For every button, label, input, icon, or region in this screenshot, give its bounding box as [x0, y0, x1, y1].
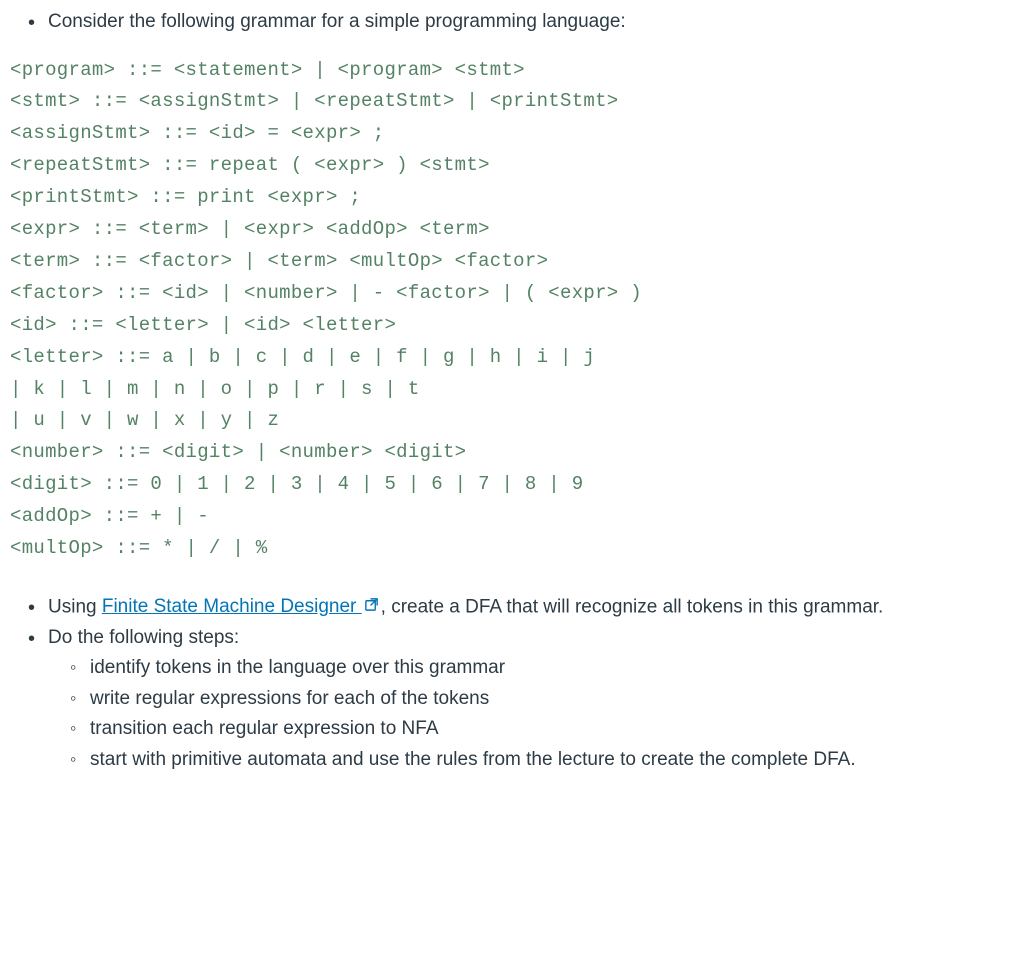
grammar-line: <assignStmt> ::= <id> = <expr> ;: [10, 122, 384, 144]
grammar-line: <letter> ::= a | b | c | d | e | f | g |…: [10, 346, 595, 368]
instruction-item-fsm: Using Finite State Machine Designer , cr…: [48, 593, 1014, 622]
item2-text: Do the following steps:: [48, 627, 239, 648]
grammar-line: <stmt> ::= <assignStmt> | <repeatStmt> |…: [10, 90, 619, 112]
grammar-line: <expr> ::= <term> | <expr> <addOp> <term…: [10, 218, 490, 240]
grammar-line: <program> ::= <statement> | <program> <s…: [10, 59, 525, 81]
grammar-line: <repeatStmt> ::= repeat ( <expr> ) <stmt…: [10, 154, 490, 176]
step-text: write regular expressions for each of th…: [90, 688, 489, 709]
step-text: start with primitive automata and use th…: [90, 749, 856, 770]
grammar-line: <printStmt> ::= print <expr> ;: [10, 186, 361, 208]
intro-item: Consider the following grammar for a sim…: [48, 8, 1014, 37]
item1-suffix: , create a DFA that will recognize all t…: [381, 596, 884, 617]
grammar-line: <digit> ::= 0 | 1 | 2 | 3 | 4 | 5 | 6 | …: [10, 473, 583, 495]
step-text: identify tokens in the language over thi…: [90, 657, 505, 678]
grammar-line: <factor> ::= <id> | <number> | - <factor…: [10, 282, 642, 304]
external-link-icon: [364, 593, 379, 622]
steps-sublist: identify tokens in the language over thi…: [48, 654, 1014, 774]
step-item: identify tokens in the language over thi…: [90, 654, 1014, 683]
grammar-line: | u | v | w | x | y | z: [10, 409, 279, 431]
instruction-item-steps: Do the following steps: identify tokens …: [48, 624, 1014, 775]
step-item: transition each regular expression to NF…: [90, 715, 1014, 744]
grammar-line: | k | l | m | n | o | p | r | s | t: [10, 378, 420, 400]
grammar-line: <multOp> ::= * | / | %: [10, 537, 267, 559]
instructions-list: Using Finite State Machine Designer , cr…: [10, 593, 1014, 774]
grammar-line: <number> ::= <digit> | <number> <digit>: [10, 441, 466, 463]
link-text: Finite State Machine Designer: [102, 596, 362, 617]
grammar-line: <id> ::= <letter> | <id> <letter>: [10, 314, 396, 336]
fsm-designer-link[interactable]: Finite State Machine Designer: [102, 596, 381, 617]
intro-text: Consider the following grammar for a sim…: [48, 11, 626, 32]
intro-list: Consider the following grammar for a sim…: [10, 8, 1014, 37]
item1-prefix: Using: [48, 596, 102, 617]
grammar-line: <addOp> ::= + | -: [10, 505, 209, 527]
step-item: write regular expressions for each of th…: [90, 685, 1014, 714]
grammar-block: <program> ::= <statement> | <program> <s…: [10, 55, 1014, 566]
step-item: start with primitive automata and use th…: [90, 746, 1014, 775]
grammar-line: <term> ::= <factor> | <term> <multOp> <f…: [10, 250, 548, 272]
step-text: transition each regular expression to NF…: [90, 718, 439, 739]
